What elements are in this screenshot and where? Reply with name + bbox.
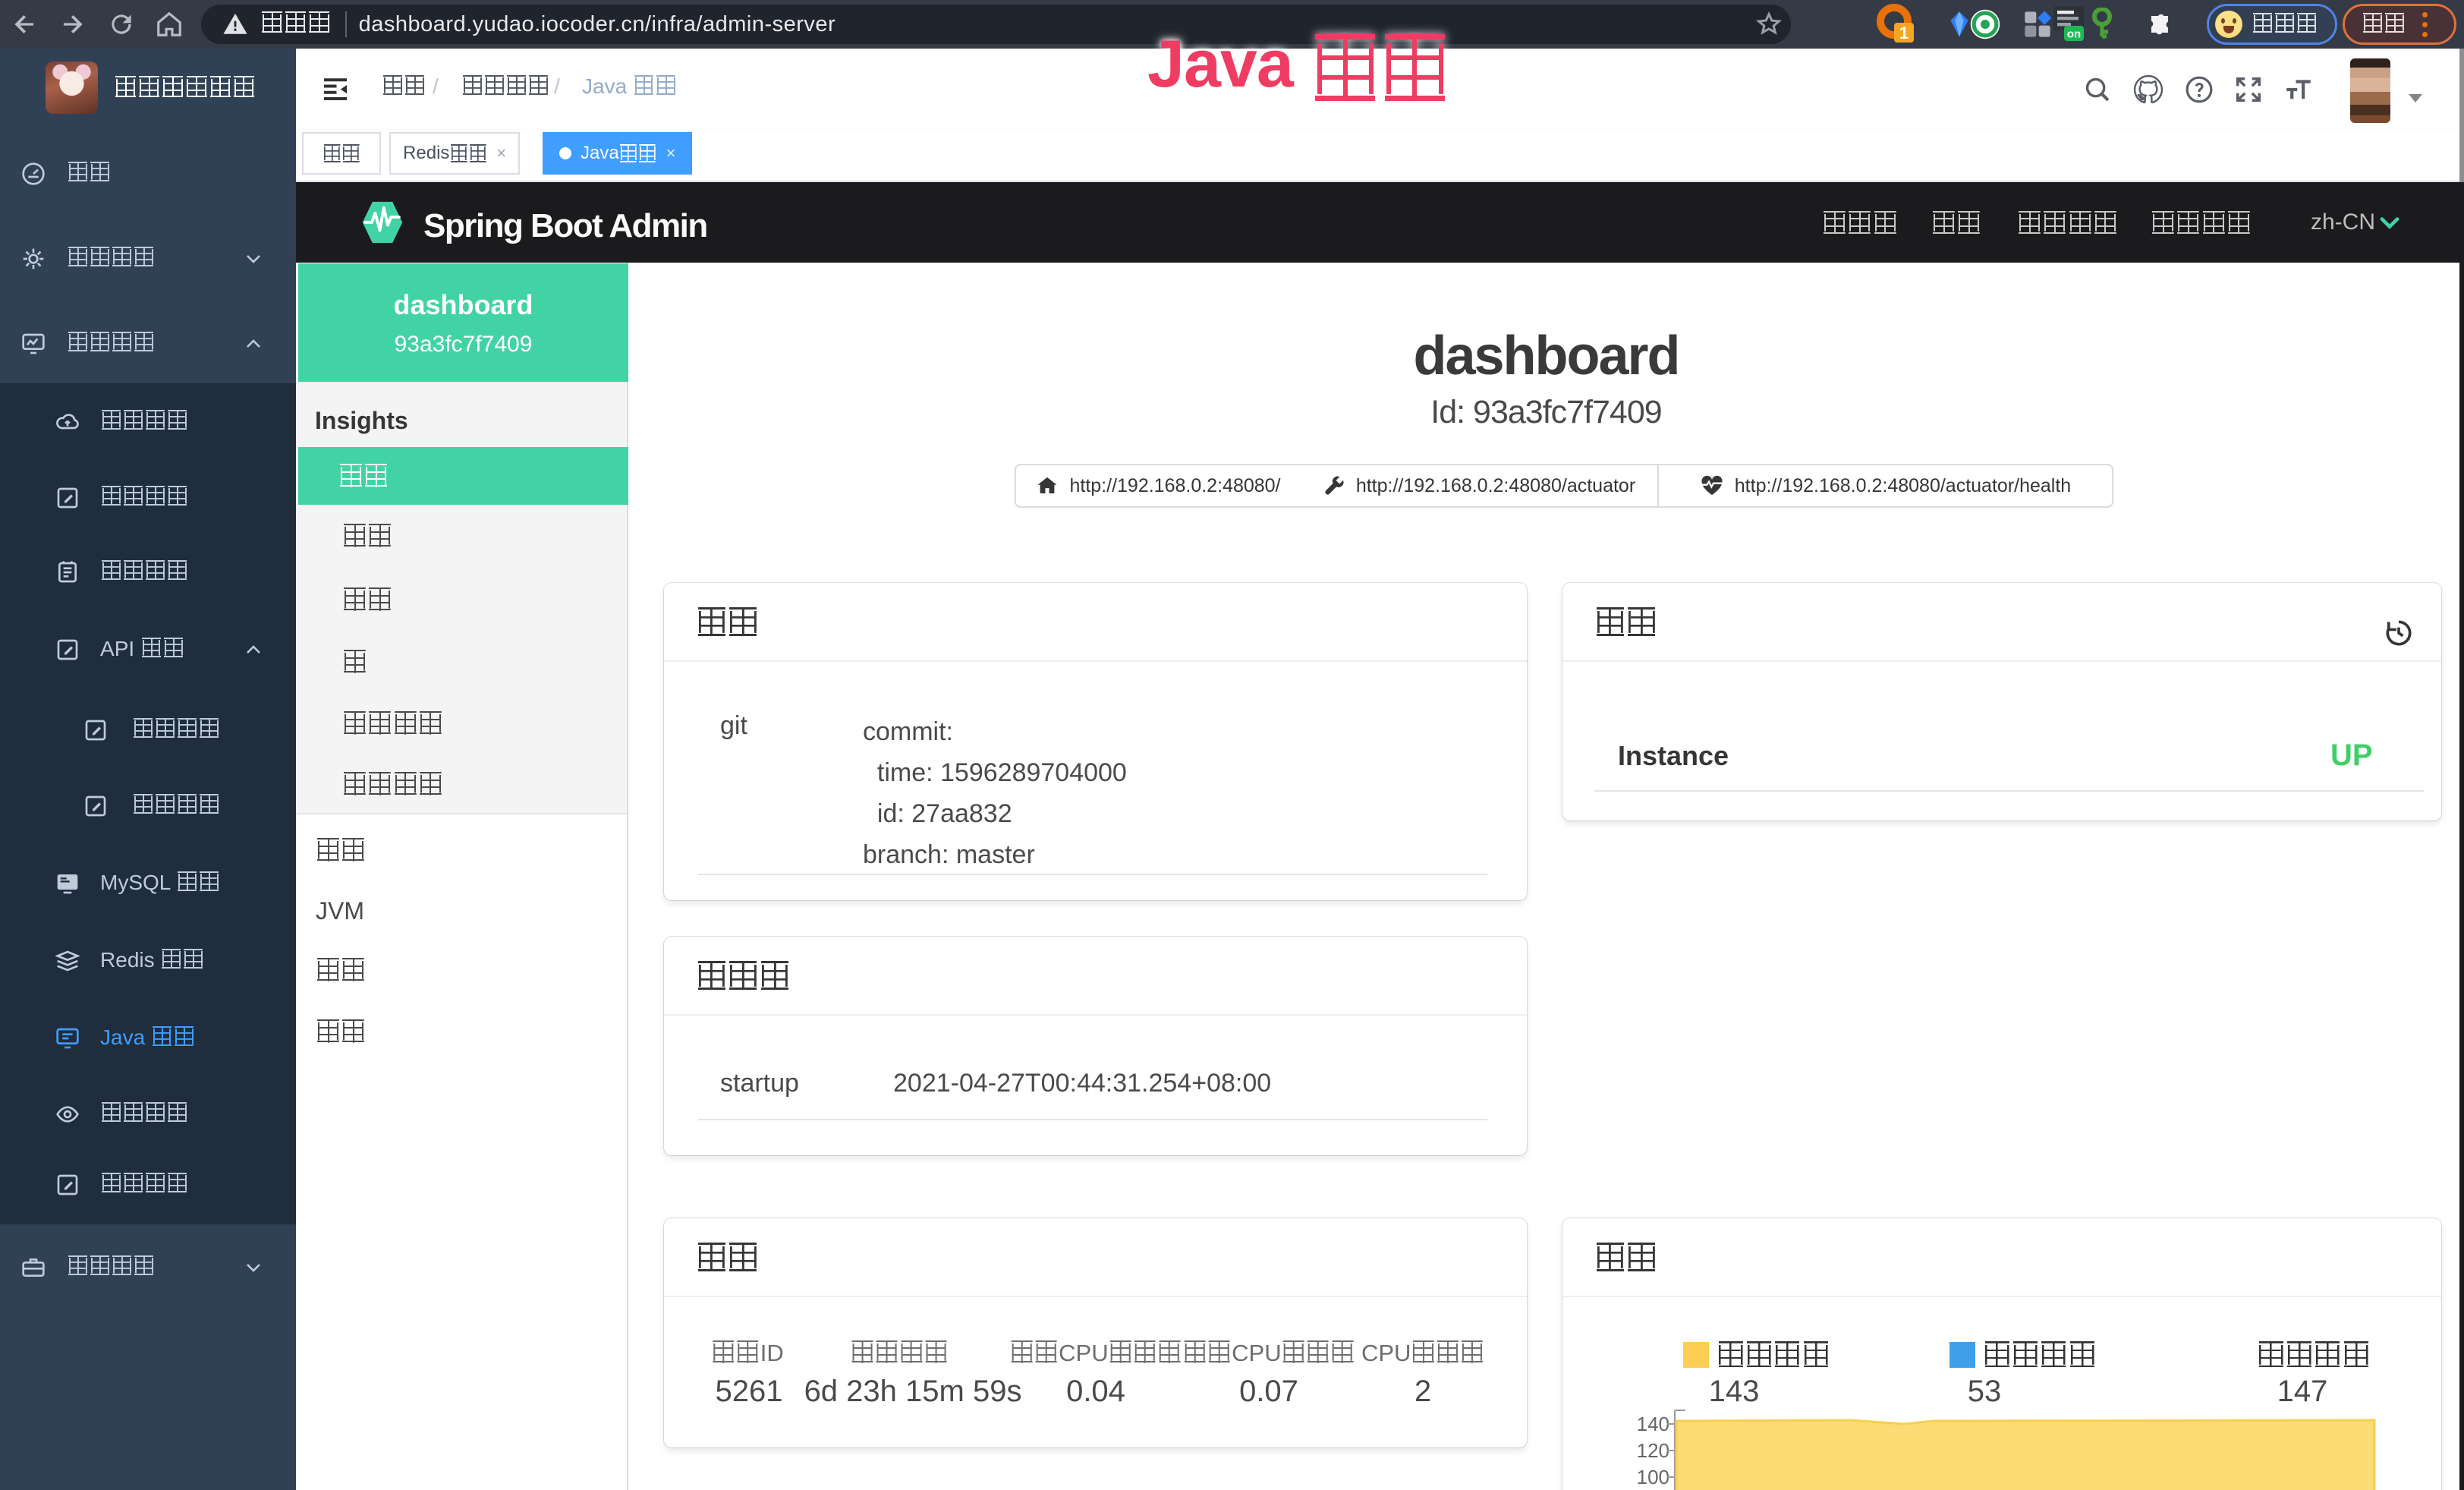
svg-text:on: on	[2067, 28, 2081, 41]
svg-text:1: 1	[1899, 24, 1909, 43]
